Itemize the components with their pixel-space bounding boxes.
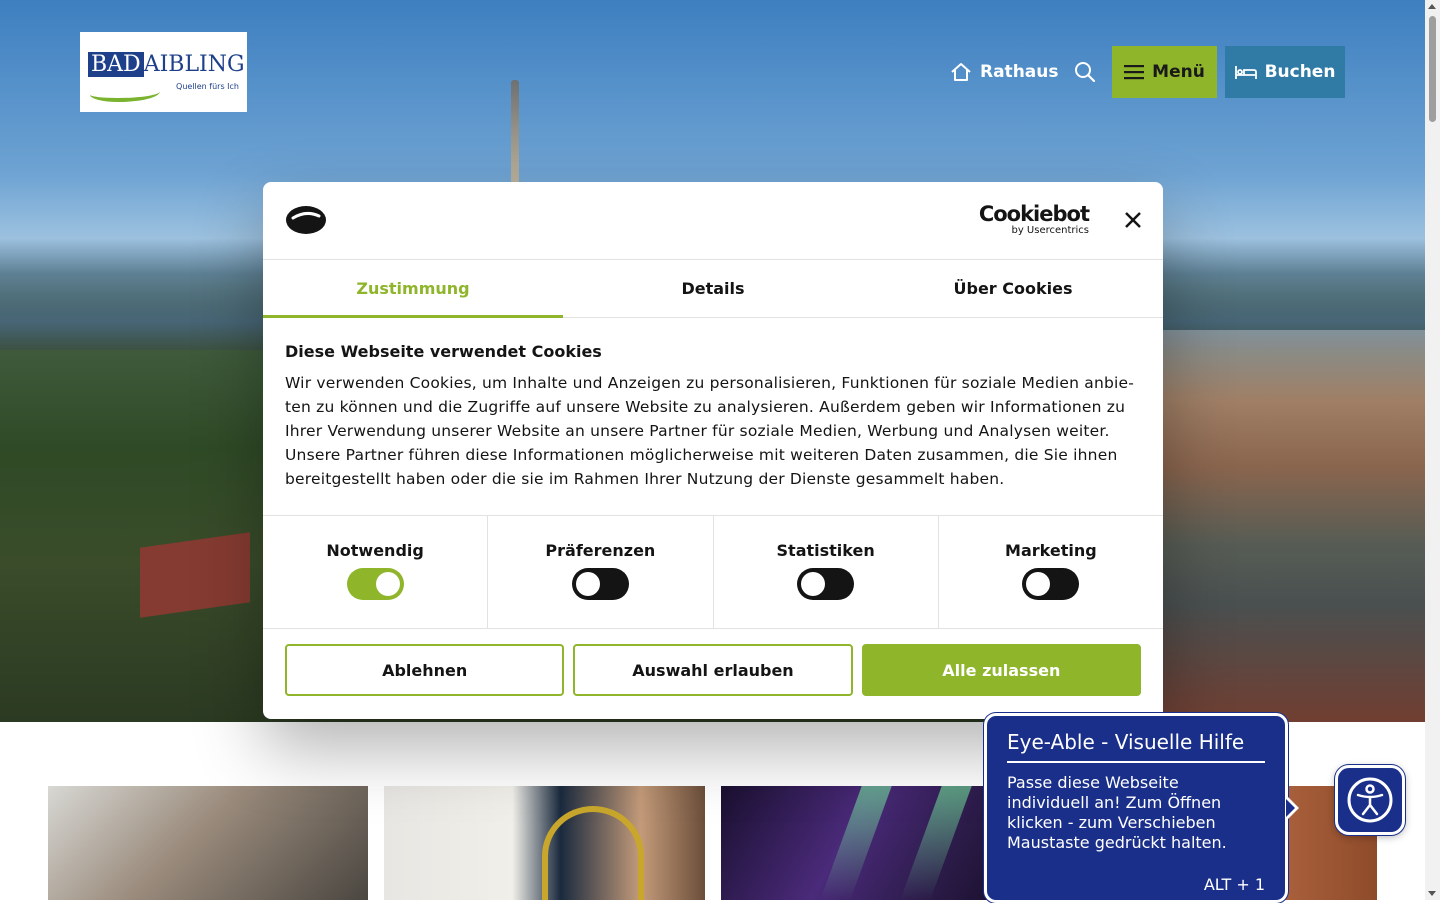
close-icon[interactable] <box>1121 208 1145 232</box>
home-icon <box>951 63 971 81</box>
tooltip-pointer-inner <box>1286 799 1295 817</box>
cookie-tabs: Zustimmung Details Über Cookies <box>263 260 1163 318</box>
switch-knob <box>1026 572 1051 596</box>
switch-knob <box>575 572 600 596</box>
cookiebot-brand: Cookiebot by Usercentrics <box>978 202 1090 236</box>
teaser-card[interactable] <box>384 786 705 900</box>
necessary-switch[interactable] <box>346 568 404 600</box>
nav-rathaus-label: Rathaus <box>980 62 1059 82</box>
eye-able-title: Eye-Able - Visuelle Hilfe <box>1007 730 1265 763</box>
toggle-preferences: Präferenzen <box>488 516 714 628</box>
hero-church-spire <box>511 80 519 190</box>
logo-wave <box>90 84 160 102</box>
search-button[interactable] <box>1072 46 1098 98</box>
card-painting <box>542 806 645 900</box>
menu-button[interactable]: Menü <box>1112 46 1217 98</box>
switch-knob <box>801 572 826 596</box>
cookiebot-brand-sub: by Usercentrics <box>1011 225 1089 236</box>
eye-able-tooltip[interactable]: Eye-Able - Visuelle Hilfe Passe diese We… <box>984 713 1299 903</box>
book-label: Buchen <box>1264 62 1336 82</box>
eye-able-body: Passe diese Webseite individuell an! Zum… <box>1007 773 1227 852</box>
logo-tagline: Quellen fürs Ich <box>176 82 239 91</box>
consent-toggles: Notwendig Präferenzen Statistiken Market… <box>263 515 1163 629</box>
statistics-switch[interactable] <box>797 568 855 600</box>
cookie-dialog-header: Cookiebot by Usercentrics <box>263 182 1163 260</box>
search-icon <box>1075 62 1096 83</box>
toggle-statistics: Statistiken <box>714 516 939 628</box>
tab-consent[interactable]: Zustimmung <box>263 260 563 318</box>
toggle-necessary: Notwendig <box>263 516 489 628</box>
preferences-switch[interactable] <box>571 568 629 600</box>
toggle-label: Notwendig <box>326 541 424 560</box>
cookie-dialog-body: Diese Webseite verwendet Cookies Wir ver… <box>263 318 1163 515</box>
toggle-label: Marketing <box>1005 541 1097 560</box>
cookie-description: Wir verwenden Cookies, um Inhalte und An… <box>285 374 1134 488</box>
allow-selection-button[interactable]: Auswahl erlauben <box>573 644 853 696</box>
eye-able-shortcut: ALT + 1 <box>1203 875 1265 894</box>
hamburger-icon <box>1124 65 1145 80</box>
scroll-down-arrow[interactable] <box>1428 891 1436 896</box>
scrollbar-thumb[interactable] <box>1429 16 1436 122</box>
hero-roof <box>140 532 250 618</box>
page-scrollbar[interactable] <box>1425 0 1440 900</box>
marketing-switch[interactable] <box>1022 568 1080 600</box>
book-button[interactable]: Buchen <box>1225 46 1345 98</box>
cookie-buttons: Ablehnen Auswahl erlauben Alle zulassen <box>263 629 1163 711</box>
tab-about-cookies[interactable]: Über Cookies <box>863 260 1163 317</box>
menu-label: Menü <box>1152 62 1205 82</box>
scroll-up-arrow[interactable] <box>1428 4 1436 9</box>
cookie-heading: Diese Webseite verwendet Cookies <box>285 342 602 361</box>
cookiebot-icon <box>286 206 326 234</box>
accessibility-button[interactable] <box>1335 765 1405 835</box>
bed-icon <box>1234 66 1257 79</box>
decline-button[interactable]: Ablehnen <box>285 644 565 696</box>
accessibility-icon <box>1347 777 1393 823</box>
cookiebot-brand-name: Cookiebot <box>978 202 1090 226</box>
allow-all-button[interactable]: Alle zulassen <box>861 644 1141 696</box>
switch-knob <box>375 572 400 596</box>
site-logo[interactable]: BAD AIBLING Quellen fürs Ich <box>80 32 247 112</box>
toggle-label: Präferenzen <box>545 541 656 560</box>
toggle-marketing: Marketing <box>939 516 1163 628</box>
logo-wordmark: BAD AIBLING <box>88 52 245 77</box>
nav-rathaus-link[interactable]: Rathaus <box>950 46 1058 98</box>
cookie-consent-dialog: Cookiebot by Usercentrics Zustimmung Det… <box>263 182 1163 719</box>
card-light-beam <box>899 786 972 900</box>
toggle-label: Statistiken <box>776 541 875 560</box>
tab-details[interactable]: Details <box>563 260 863 317</box>
teaser-card[interactable] <box>48 786 369 900</box>
card-light-beam <box>819 786 892 900</box>
